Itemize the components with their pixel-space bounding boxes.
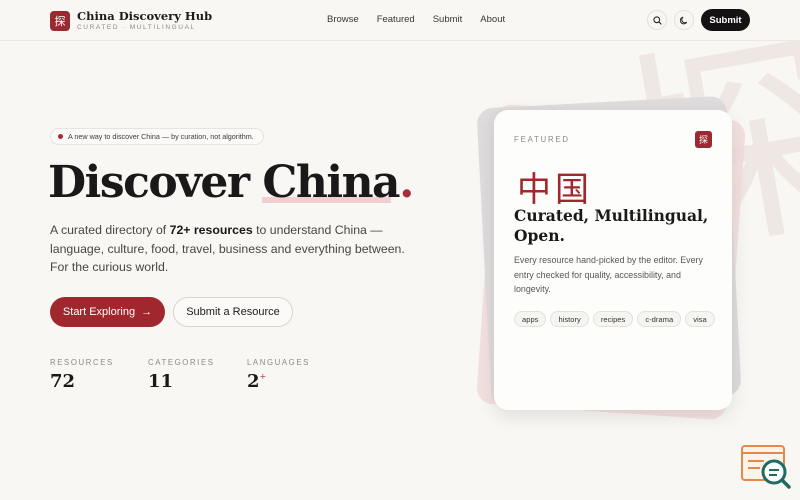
stat-suffix: + bbox=[259, 372, 267, 381]
moon-icon bbox=[679, 16, 687, 24]
theme-toggle-button[interactable] bbox=[674, 10, 694, 30]
start-exploring-label: Start Exploring bbox=[62, 306, 136, 318]
card-hanzi: 中国 bbox=[517, 170, 593, 210]
tagline-text: A new way to discover China — by curatio… bbox=[68, 132, 254, 141]
stat-value: 72 bbox=[50, 371, 114, 392]
tag-apps[interactable]: apps bbox=[514, 311, 547, 327]
stat-label: RESOURCES bbox=[50, 358, 114, 367]
stat-categories: CATEGORIES 11 bbox=[148, 358, 215, 392]
stat-number: 72 bbox=[50, 371, 76, 392]
card-description: Every resource hand-picked by the editor… bbox=[514, 255, 703, 295]
search-button[interactable] bbox=[647, 10, 667, 30]
hero-description: A curated directory of 72+ resources to … bbox=[50, 221, 420, 277]
tag-history[interactable]: history bbox=[550, 311, 589, 327]
tag-visa[interactable]: visa bbox=[685, 311, 715, 327]
featured-card[interactable]: FEATURED 探 中国 Curated, Multilingual, Ope… bbox=[494, 110, 732, 410]
arrow-right-icon: → bbox=[141, 306, 153, 318]
hero-desc-highlight: 72+ resources bbox=[169, 223, 253, 237]
feedback-widget-icon[interactable] bbox=[740, 444, 792, 490]
hero-title-part1: Discover bbox=[48, 157, 263, 208]
card-mark-icon: 探 bbox=[695, 131, 712, 148]
brand-title: China Discovery Hub bbox=[77, 9, 213, 23]
stat-number: 11 bbox=[148, 371, 174, 392]
brand-mark-icon: 探 bbox=[50, 10, 70, 31]
nav-browse[interactable]: Browse bbox=[327, 14, 359, 25]
stat-languages: LANGUAGES 2+ bbox=[247, 358, 310, 392]
tag-c-drama[interactable]: c-drama bbox=[637, 311, 682, 327]
main-nav: Browse Featured Submit About bbox=[327, 14, 505, 25]
pill-dot-icon bbox=[58, 134, 63, 139]
tag-recipes[interactable]: recipes bbox=[592, 311, 634, 327]
featured-label: FEATURED bbox=[514, 135, 570, 144]
chat-search-icon bbox=[741, 445, 791, 489]
top-header: 探 China Discovery Hub CURATED · MULTILIN… bbox=[0, 0, 800, 41]
stat-value: 2+ bbox=[247, 371, 310, 392]
submit-resource-button[interactable]: Submit a Resource bbox=[173, 297, 293, 327]
nav-submit[interactable]: Submit bbox=[433, 14, 463, 25]
stat-label: CATEGORIES bbox=[148, 358, 215, 367]
stat-resources: RESOURCES 72 bbox=[50, 358, 114, 392]
search-icon bbox=[652, 15, 662, 25]
brand-logo[interactable]: 探 China Discovery Hub CURATED · MULTILIN… bbox=[50, 10, 212, 31]
hero-desc-before: A curated directory of bbox=[50, 223, 170, 237]
nav-featured[interactable]: Featured bbox=[377, 14, 415, 25]
stat-label: LANGUAGES bbox=[247, 358, 310, 367]
stat-value: 11 bbox=[148, 371, 215, 392]
header-submit-button[interactable]: Submit bbox=[701, 9, 750, 31]
tag-list: apps history recipes c-drama visa bbox=[514, 311, 715, 327]
nav-about[interactable]: About bbox=[480, 14, 505, 25]
hero-title-accent: China bbox=[262, 157, 400, 208]
start-exploring-button[interactable]: Start Exploring → bbox=[50, 297, 165, 327]
card-title: Curated, Multilingual, Open. bbox=[514, 206, 709, 245]
stat-number: 2 bbox=[247, 371, 260, 392]
hero-title: Discover China. bbox=[48, 157, 414, 208]
brand-subtitle: CURATED · MULTILINGUAL bbox=[77, 24, 196, 31]
tagline-pill: A new way to discover China — by curatio… bbox=[50, 128, 264, 145]
hero-title-period: . bbox=[399, 157, 414, 208]
